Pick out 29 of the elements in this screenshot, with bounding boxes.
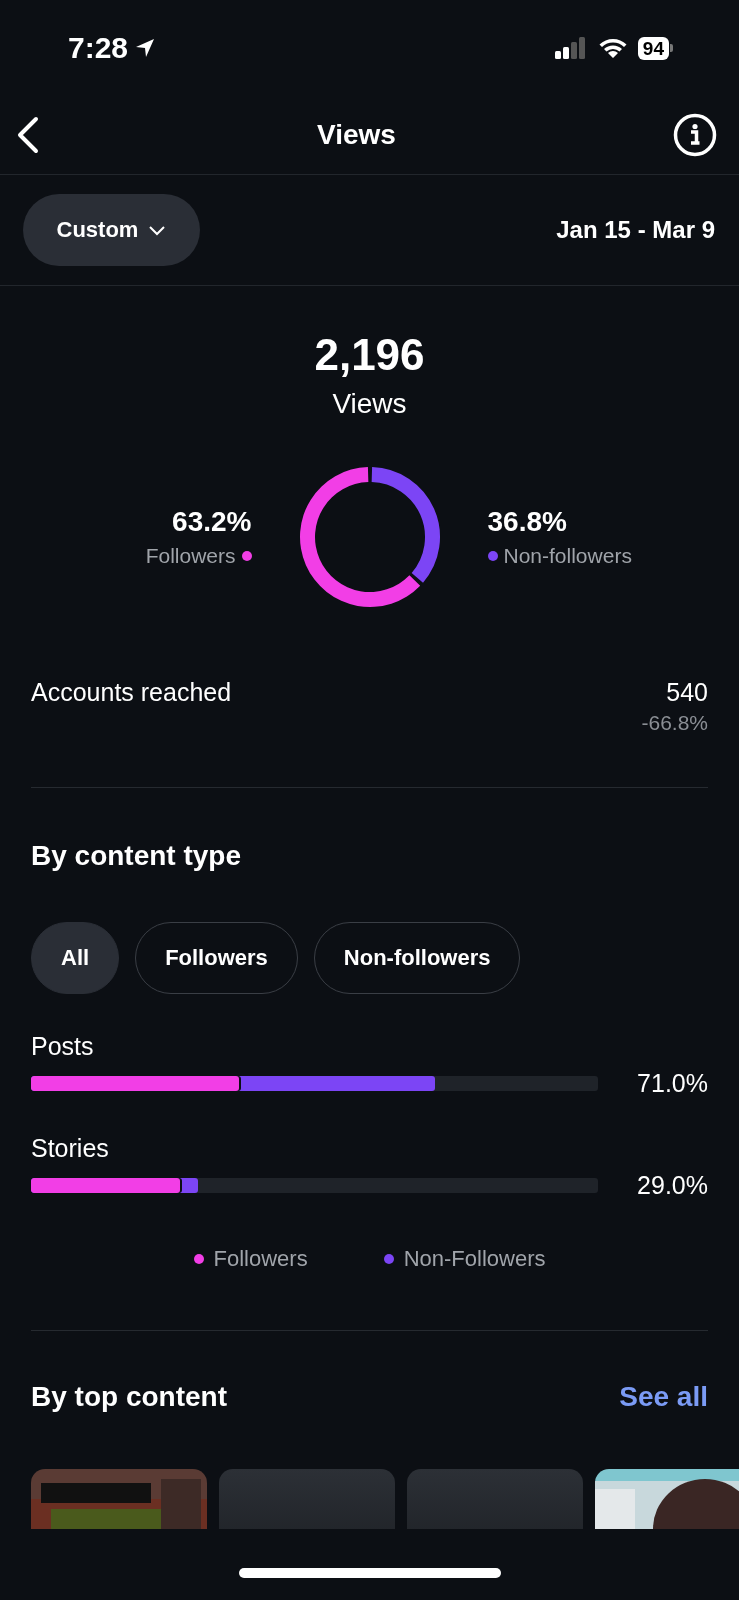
percentage: 29.0% (636, 1171, 708, 1200)
legend-label: Non-Followers (403, 1246, 546, 1272)
change-percentage: -66.8% (641, 711, 708, 735)
percentage: 71.0% (636, 1069, 708, 1098)
date-range: Jan 15 - Mar 9 (556, 216, 715, 244)
percentage: 63.2% (172, 506, 252, 538)
legend-label: Followers (145, 544, 236, 568)
filter-chip[interactable]: All (31, 922, 120, 994)
info-icon[interactable] (673, 113, 717, 157)
views-label: Views (332, 388, 407, 420)
location-arrow-icon (134, 37, 157, 59)
page-title: Views (317, 119, 396, 151)
total-views: 2,196 (314, 330, 425, 380)
section-title: By content type (30, 840, 243, 872)
legend-label: Followers (213, 1246, 308, 1272)
accounts-reached-label: Accounts reached (31, 678, 232, 708)
content-type-label: Posts (31, 1032, 94, 1060)
see-all-link[interactable]: See all (619, 1381, 708, 1413)
percentage: 36.8% (487, 506, 567, 538)
legend-label: Non-followers (503, 544, 632, 568)
content-type-label: Stories (31, 1134, 109, 1162)
status-time: 7:28 (68, 31, 129, 65)
accounts-reached-value: 540 (666, 678, 708, 707)
wifi-icon (597, 37, 628, 59)
signal-icon (553, 36, 588, 60)
chevron-down-icon (148, 224, 167, 236)
section-title: By top content (31, 1381, 227, 1413)
back-icon[interactable] (16, 116, 40, 154)
date-filter-dropdown[interactable]: Custom (23, 194, 200, 266)
